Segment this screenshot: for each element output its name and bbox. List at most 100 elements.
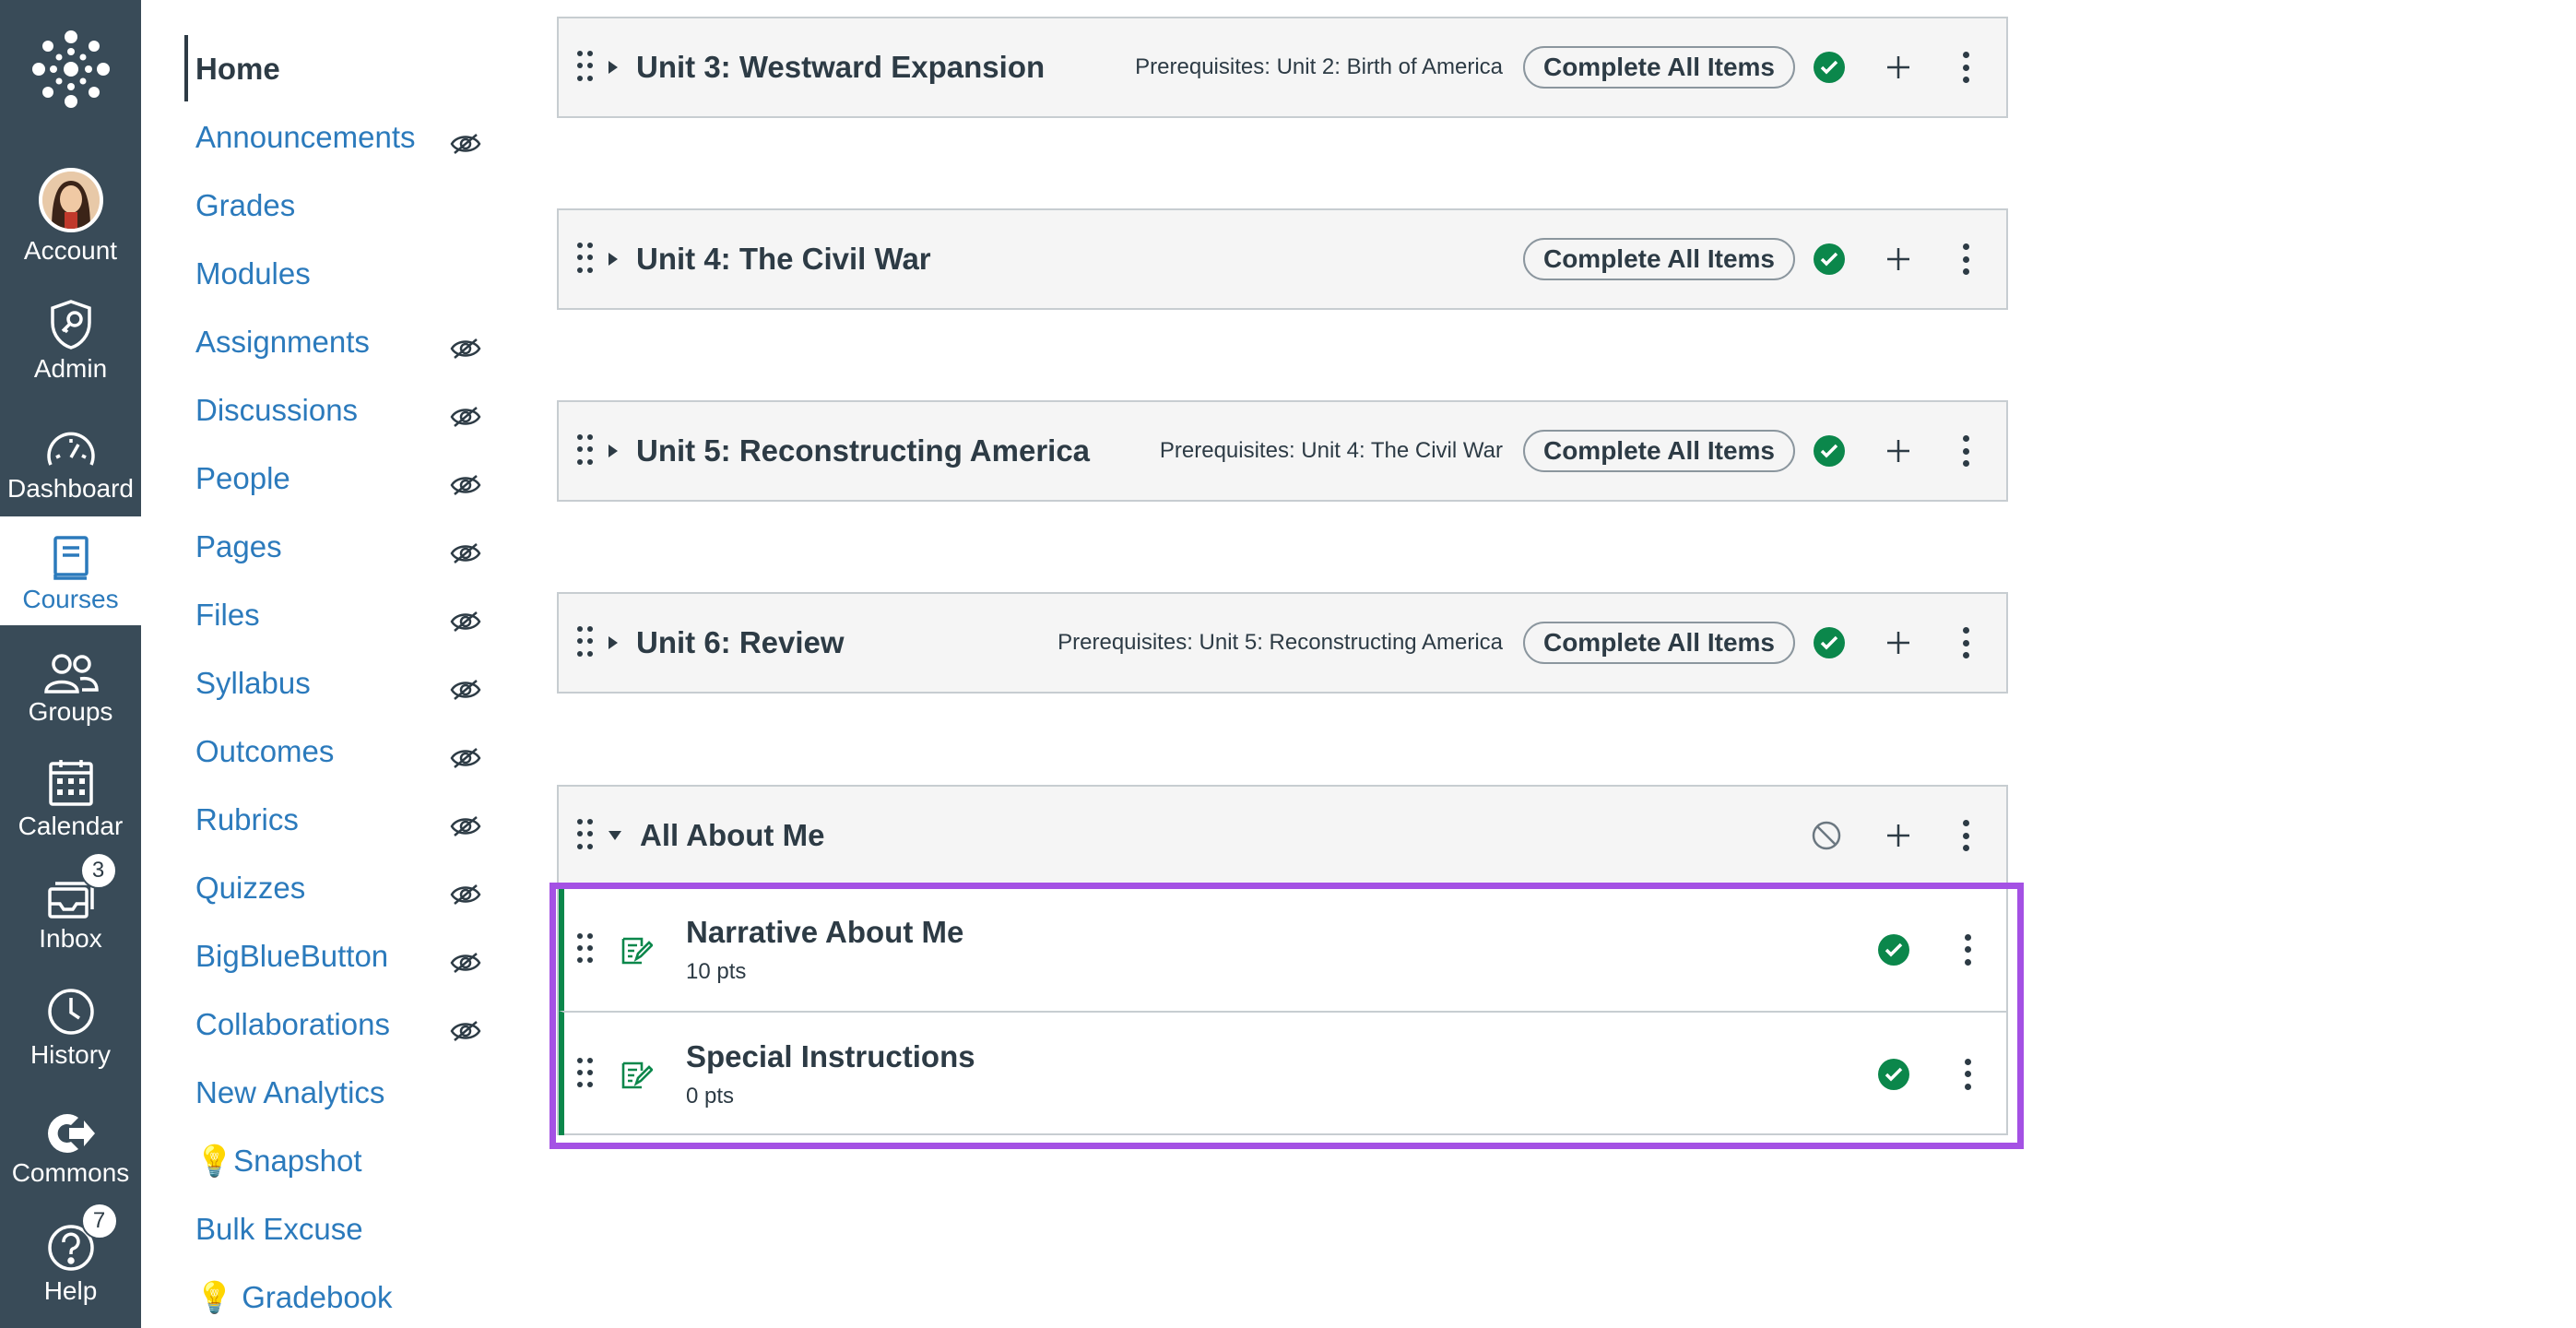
drag-handle-icon[interactable] [577,819,593,852]
module-header[interactable]: Unit 5: Reconstructing America Prerequisi… [557,400,2008,502]
nav-dashboard[interactable]: Dashboard [0,413,141,516]
add-item-icon[interactable] [1885,54,1911,80]
nav-groups[interactable]: Groups [0,636,141,738]
hidden-eye-icon [450,884,481,905]
hidden-eye-icon [450,953,481,973]
course-nav-item[interactable]: Files [195,598,260,633]
course-nav-item[interactable]: Collaborations [195,1007,390,1042]
course-nav-item[interactable]: Outcomes [195,734,334,769]
module-title[interactable]: Unit 5: Reconstructing America [636,433,1090,468]
item-title-link[interactable]: Narrative About Me [686,915,963,950]
module-title[interactable]: All About Me [640,818,824,853]
caret-right-icon[interactable] [609,445,618,457]
requirement-pill: Complete All Items [1522,238,1795,280]
hidden-eye-icon [450,407,481,427]
speedometer-icon [45,413,97,470]
course-nav-item[interactable]: Discussions [195,393,358,428]
nav-courses[interactable]: Courses [0,516,141,625]
module-title[interactable]: Unit 3: Westward Expansion [636,50,1045,85]
drag-handle-icon[interactable] [577,626,593,659]
unpublished-icon[interactable] [1811,820,1842,851]
module-prerequisites: Prerequisites: Unit 5: Reconstructing Am… [1058,630,1503,655]
drag-handle-icon[interactable] [577,51,593,84]
add-item-icon[interactable] [1885,246,1911,272]
caret-right-icon[interactable] [609,253,618,266]
module-options-icon[interactable] [1962,243,1969,275]
avatar [38,168,103,232]
item-options-icon[interactable] [1964,933,1971,966]
hidden-eye-icon [450,1021,481,1041]
course-nav-item[interactable]: BigBlueButton [195,939,388,974]
course-nav-item[interactable]: Bulk Excuse [195,1212,363,1247]
module-items-list: Narrative About Me 10 pts Special Instru… [557,888,2008,1135]
drag-handle-icon[interactable] [577,932,593,966]
course-nav-item[interactable]: Quizzes [195,871,305,906]
active-indicator [184,35,188,101]
course-nav-item[interactable]: Syllabus [195,666,311,701]
course-nav-item[interactable]: Assignments [195,325,370,360]
item-options-icon[interactable] [1964,1058,1971,1090]
course-nav-item[interactable]: Announcements [195,120,416,155]
hidden-eye-icon [450,338,481,359]
published-check-icon[interactable] [1814,627,1845,658]
module-title[interactable]: Unit 4: The Civil War [636,242,931,277]
nav-history[interactable]: History [0,976,141,1085]
requirement-pill: Complete All Items [1522,46,1795,89]
course-nav-item[interactable]: Home [195,52,280,87]
drag-handle-icon[interactable] [577,243,593,276]
nav-calendar[interactable]: Calendar [0,747,141,856]
item-title-link[interactable]: Special Instructions [686,1039,975,1074]
hidden-eye-icon [450,816,481,836]
module-options-icon[interactable] [1962,820,1969,851]
hidden-eye-icon [450,748,481,768]
course-nav-item[interactable]: Rubrics [195,802,299,837]
nav-label: Help [43,1276,98,1305]
course-navigation: Home Announcements Grades Modules Assignment… [141,0,510,1328]
module-item[interactable]: Special Instructions 0 pts [559,1011,2008,1135]
course-nav-item[interactable]: New Analytics [195,1075,384,1110]
published-check-icon[interactable] [1878,933,1909,966]
clock-icon [46,976,96,1037]
nav-inbox[interactable]: 3 Inbox [0,852,141,968]
canvas-logo-icon[interactable] [0,0,141,138]
module-options-icon[interactable] [1962,435,1969,467]
nav-label: Commons [11,1158,130,1187]
published-check-icon[interactable] [1814,435,1845,467]
course-nav-item[interactable]: Modules [195,256,311,291]
module-header[interactable]: Unit 6: Review Prerequisites: Unit 5: Rec… [557,592,2008,694]
book-icon [52,516,90,581]
nav-commons[interactable]: Commons [0,1094,141,1203]
module-options-icon[interactable] [1962,52,1969,83]
help-icon: 7 [46,1203,118,1273]
caret-right-icon[interactable] [609,61,618,74]
nav-admin[interactable]: Admin [0,293,141,395]
course-nav-item[interactable]: Pages [195,529,282,564]
hidden-eye-icon [450,475,481,495]
module-header[interactable]: Unit 3: Westward Expansion Prerequisites:… [557,17,2008,118]
add-item-icon[interactable] [1885,630,1911,656]
hidden-eye-icon [450,611,481,632]
course-nav-item[interactable]: Grades [195,188,295,223]
module-item[interactable]: Narrative About Me 10 pts [559,888,2008,1011]
course-nav-item[interactable]: 💡 Gradebook [195,1280,393,1316]
module-header[interactable]: All About Me [557,785,2008,886]
published-check-icon[interactable] [1814,52,1845,83]
drag-handle-icon[interactable] [577,1057,593,1091]
caret-down-icon[interactable] [609,831,621,840]
course-nav-item[interactable]: People [195,461,290,496]
drag-handle-icon[interactable] [577,434,593,468]
published-check-icon[interactable] [1878,1058,1909,1090]
add-item-icon[interactable] [1885,438,1911,464]
add-item-icon[interactable] [1885,823,1911,848]
hidden-eye-icon [450,680,481,700]
caret-right-icon[interactable] [609,636,618,649]
nav-account[interactable]: Account [0,159,141,267]
nav-help[interactable]: 7 Help [0,1203,141,1319]
assignment-icon [621,1061,653,1088]
inbox-unread-badge: 3 [79,852,117,889]
module-options-icon[interactable] [1962,627,1969,658]
module-title[interactable]: Unit 6: Review [636,625,845,660]
module-header[interactable]: Unit 4: The Civil War Complete All Items [557,208,2008,310]
published-check-icon[interactable] [1814,243,1845,275]
course-nav-item[interactable]: 💡Snapshot [195,1144,362,1180]
